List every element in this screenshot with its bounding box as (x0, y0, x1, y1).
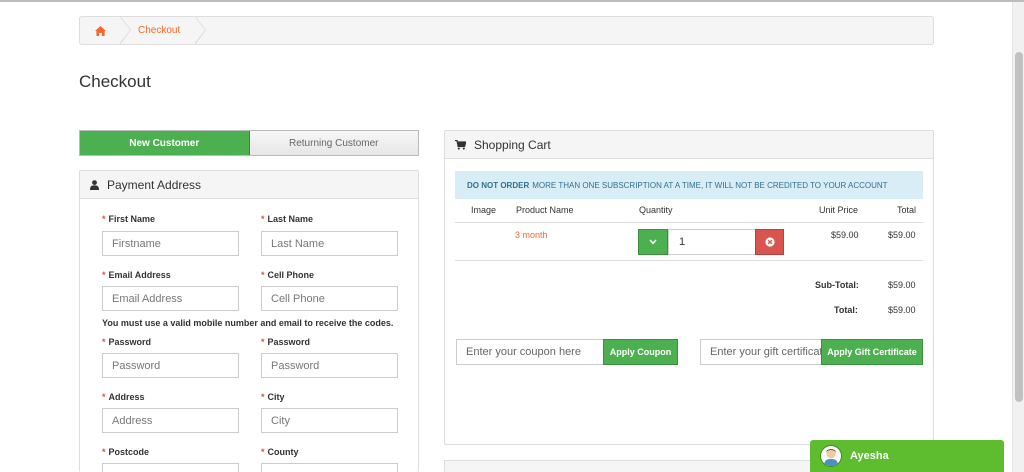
col-image: Image (471, 205, 497, 215)
password-input[interactable] (102, 353, 239, 378)
chevron-down-icon (649, 239, 657, 245)
password-label: * Password (102, 337, 152, 347)
first-name-input[interactable] (102, 231, 239, 256)
cell-phone-label: * Cell Phone (261, 270, 315, 280)
password-confirm-label: * Password (261, 337, 311, 347)
subtotal-label: Sub-Total: (815, 280, 859, 290)
customer-tabs: New Customer Returning Customer (79, 130, 419, 156)
postcode-label: * Postcode (102, 447, 150, 457)
cell-phone-input[interactable] (261, 286, 398, 311)
unit-price-value: $59.00 (831, 230, 859, 240)
grand-total-value: $59.00 (888, 305, 916, 315)
last-name-input[interactable] (261, 231, 398, 256)
shopping-cart-header: Shopping Cart (445, 131, 933, 159)
remove-item-button[interactable] (755, 229, 784, 255)
quantity-update-button[interactable] (638, 229, 668, 255)
top-border (0, 0, 1024, 2)
col-quantity: Quantity (639, 205, 673, 215)
subscription-alert: DO NOT ORDER MORE THAN ONE SUBSCRIPTION … (455, 171, 923, 199)
total-value: $59.00 (888, 230, 916, 240)
table-divider (455, 222, 923, 223)
alert-text: MORE THAN ONE SUBSCRIPTION AT A TIME, IT… (532, 180, 888, 190)
payment-address-panel: Payment Address *First Name *Last Name *… (79, 170, 419, 472)
breadcrumb-home[interactable] (80, 17, 120, 44)
city-label: * City (261, 392, 285, 402)
subtotal-value: $59.00 (888, 280, 916, 290)
chat-widget[interactable]: Ayesha (810, 440, 1004, 472)
email-input[interactable] (102, 286, 239, 311)
email-label: * Email Address (102, 270, 171, 280)
apply-coupon-button[interactable]: Apply Coupon (603, 339, 678, 365)
quantity-input[interactable] (668, 229, 756, 255)
postcode-input[interactable] (102, 463, 239, 472)
col-total: Total (897, 205, 917, 215)
tab-returning-customer[interactable]: Returning Customer (249, 131, 418, 155)
user-icon (90, 179, 99, 190)
breadcrumb-checkout[interactable]: Checkout (138, 25, 180, 36)
shopping-cart-panel: Shopping Cart DO NOT ORDER MORE THAN ONE… (444, 130, 934, 445)
alert-strong: DO NOT ORDER (467, 180, 530, 190)
product-link[interactable]: 3 month (515, 230, 548, 240)
breadcrumb-separator (194, 16, 206, 45)
password-confirm-input[interactable] (261, 353, 398, 378)
col-unit-price: Unit Price (819, 205, 859, 215)
gift-certificate-input[interactable] (700, 339, 822, 365)
table-divider (455, 260, 923, 261)
avatar (820, 445, 842, 467)
agent-avatar-icon (824, 449, 838, 466)
grand-total-label: Total: (834, 305, 858, 315)
chat-agent-name: Ayesha (850, 450, 889, 462)
cart-icon (455, 139, 466, 150)
payment-address-title: Payment Address (107, 177, 202, 192)
coupon-input[interactable] (456, 339, 604, 365)
address-label: * Address (102, 392, 145, 402)
tab-new-customer[interactable]: New Customer (80, 131, 250, 155)
county-label: * County (261, 447, 299, 457)
col-product-name: Product Name (516, 205, 574, 215)
city-input[interactable] (261, 408, 398, 433)
close-circle-icon (764, 237, 775, 247)
first-name-label: * First Name (102, 214, 156, 224)
apply-gift-certificate-button[interactable]: Apply Gift Certificate (821, 339, 923, 365)
page-title: Checkout (79, 72, 151, 91)
scrollbar-thumb[interactable] (1015, 52, 1023, 402)
page-scrollbar[interactable] (1012, 2, 1024, 472)
payment-address-header: Payment Address (80, 171, 418, 199)
last-name-label: * Last Name (261, 214, 314, 224)
home-icon (94, 25, 106, 36)
breadcrumb-separator (119, 16, 131, 45)
contact-notice: You must use a valid mobile number and e… (102, 318, 394, 328)
address-input[interactable] (102, 408, 239, 433)
breadcrumb: Checkout (79, 16, 934, 45)
shopping-cart-title: Shopping Cart (474, 137, 551, 152)
county-select[interactable] (261, 463, 398, 472)
